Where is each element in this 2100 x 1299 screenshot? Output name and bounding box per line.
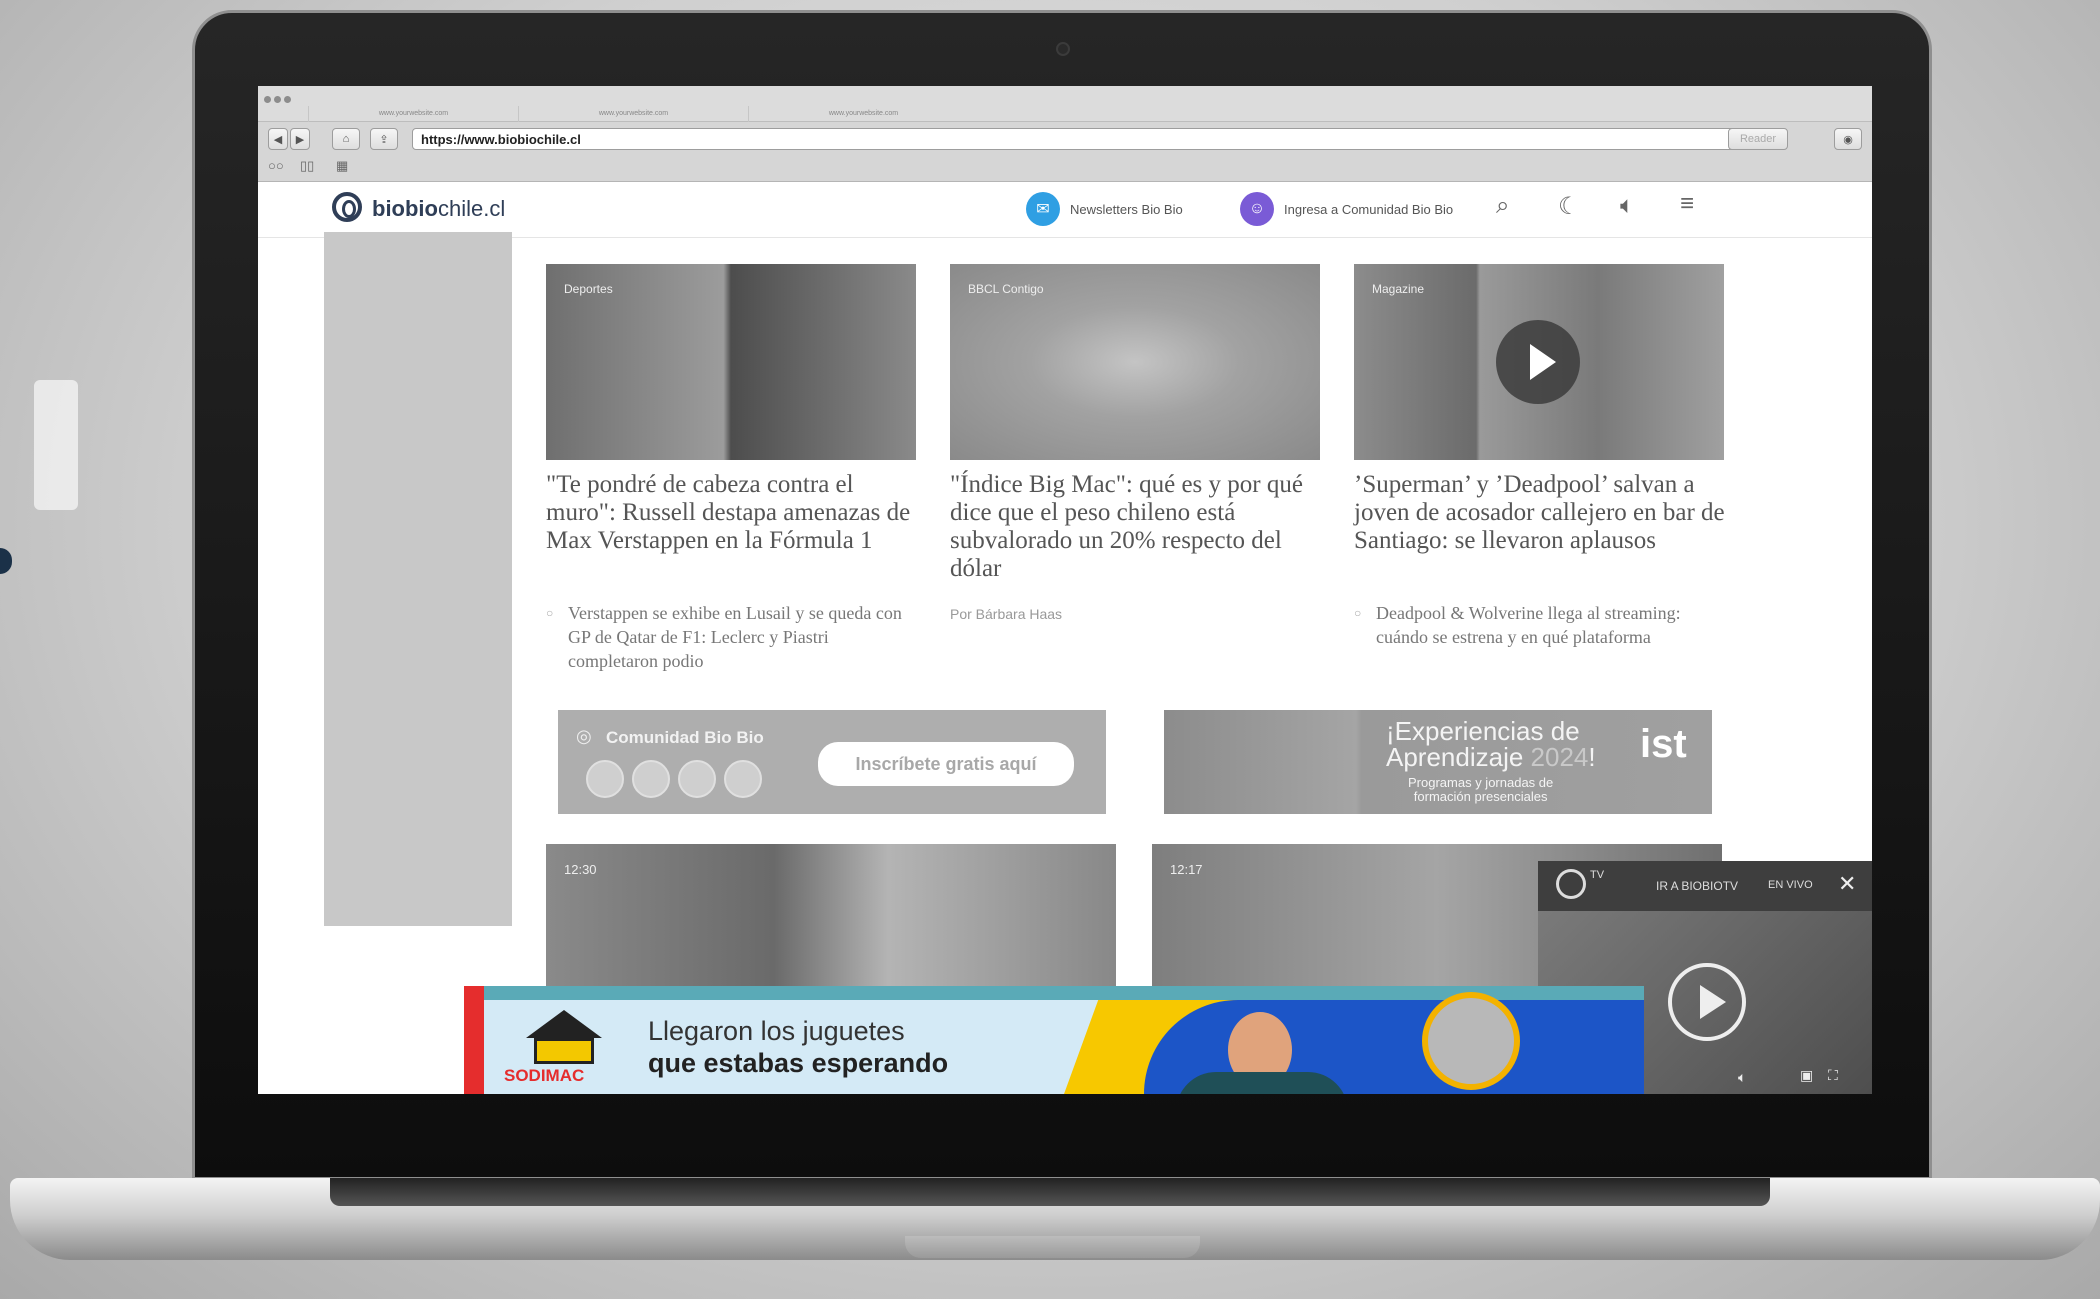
mute-icon[interactable]: 🔈︎ bbox=[1738, 1069, 1746, 1086]
search-icon[interactable]: ⌕ bbox=[1496, 192, 1509, 220]
browser-tab[interactable]: www.yourwebsite.com bbox=[518, 106, 748, 122]
tv-widget-header: TV IR A BIOBIOTV EN VIVO ✕ bbox=[1538, 861, 1872, 911]
user-icon[interactable]: ☺ bbox=[1240, 192, 1274, 226]
related-article-link[interactable]: Deadpool & Wolverine llega al streaming:… bbox=[1354, 601, 1729, 649]
play-icon[interactable] bbox=[1496, 320, 1580, 404]
mail-icon[interactable]: ✉ bbox=[1026, 192, 1060, 226]
sodimac-house-body bbox=[534, 1038, 594, 1064]
tv-brand: TV bbox=[1590, 869, 1605, 881]
avatar bbox=[586, 760, 624, 798]
article-headline[interactable]: "Índice Big Mac": qué es y por qué dice … bbox=[950, 471, 1325, 583]
community-logo-icon: ◎ bbox=[576, 726, 592, 746]
url-bar[interactable]: https://www.biobiochile.cl ↻ bbox=[412, 128, 1772, 150]
video-thumbnail[interactable]: 12:30 bbox=[546, 844, 1116, 994]
logo-rest-text: chile.cl bbox=[437, 196, 506, 221]
article-image[interactable]: Deportes bbox=[546, 264, 916, 460]
community-title: Comunidad Bio Bio bbox=[606, 728, 764, 747]
close-window-icon[interactable] bbox=[264, 96, 271, 103]
left-ad-placeholder bbox=[324, 232, 512, 926]
video-duration: 12:30 bbox=[564, 862, 597, 877]
ad-subheadline: que estabas esperando bbox=[648, 1048, 949, 1078]
article-image[interactable]: Magazine bbox=[1354, 264, 1724, 460]
article-byline: Por Bárbara Haas bbox=[950, 606, 1063, 622]
audio-icon[interactable]: 🔈︎ bbox=[1620, 192, 1634, 220]
ist-subtitle-line1: Programas y jornadas de bbox=[1408, 775, 1554, 790]
ad-person-shirt bbox=[1176, 1072, 1348, 1094]
tv-link[interactable]: IR A BIOBIOTV bbox=[1656, 879, 1738, 893]
browser-tab[interactable]: www.yourwebsite.com bbox=[308, 106, 518, 122]
ad-saw bbox=[1422, 992, 1520, 1090]
logo-bold-text: biobio bbox=[372, 196, 438, 221]
laptop-hinge bbox=[330, 1178, 1770, 1206]
sodimac-brand: SODIMAC bbox=[504, 1066, 585, 1085]
ist-title-line2: Aprendizaje bbox=[1386, 742, 1524, 772]
ad-red-stripe bbox=[464, 986, 484, 1094]
pip-icon[interactable]: ▣ bbox=[1800, 1067, 1813, 1084]
top-sites-icon[interactable]: ▦ bbox=[336, 158, 348, 174]
ist-title-year: 2024 bbox=[1530, 742, 1589, 772]
article-headline[interactable]: "Te pondré de cabeza contra el muro": Ru… bbox=[546, 471, 921, 555]
avatar bbox=[724, 760, 762, 798]
screen: www.yourwebsite.com www.yourwebsite.com … bbox=[258, 86, 1872, 1094]
laptop-notch bbox=[905, 1236, 1200, 1258]
url-text: https://www.biobiochile.cl bbox=[421, 132, 581, 147]
ist-subtitle-line2: formación presenciales bbox=[1413, 789, 1548, 804]
ist-logo: ist bbox=[1640, 722, 1687, 766]
article-tag[interactable]: BBCL Contigo bbox=[968, 282, 1044, 296]
ist-title-end: ! bbox=[1588, 742, 1596, 772]
downloads-icon[interactable]: ◉ bbox=[1834, 128, 1862, 150]
avatar bbox=[632, 760, 670, 798]
camera-icon bbox=[1056, 42, 1070, 56]
newsletter-link[interactable]: Newsletters Bio Bio bbox=[1070, 202, 1183, 217]
play-icon[interactable] bbox=[1668, 963, 1746, 1041]
side-tab bbox=[34, 380, 78, 510]
menu-icon[interactable]: ≡ bbox=[1680, 190, 1694, 218]
maximize-window-icon[interactable] bbox=[284, 96, 291, 103]
ist-subtitle: Programas y jornadas de formación presen… bbox=[1408, 776, 1553, 804]
signup-button[interactable]: Inscríbete gratis aquí bbox=[818, 742, 1074, 786]
site-header: biobiochile.cl ✉ Newsletters Bio Bio ☺ I… bbox=[258, 182, 1872, 238]
share-icon[interactable]: ⇪ bbox=[370, 128, 398, 150]
sodimac-logo-icon bbox=[526, 1010, 602, 1038]
community-banner[interactable]: ◎ Comunidad Bio Bio Inscríbete gratis aq… bbox=[558, 710, 1106, 814]
community-link[interactable]: Ingresa a Comunidad Bio Bio bbox=[1284, 202, 1453, 217]
live-badge: EN VIVO bbox=[1768, 879, 1813, 891]
home-icon[interactable]: ⌂ bbox=[332, 128, 360, 150]
reader-button[interactable]: Reader bbox=[1728, 128, 1788, 150]
article-headline[interactable]: ’Superman’ y ’Deadpool’ salvan a joven d… bbox=[1354, 471, 1729, 555]
bookmarks-icon[interactable]: ▯▯ bbox=[300, 158, 314, 174]
reading-list-icon[interactable]: ○○ bbox=[268, 158, 284, 173]
sodimac-ad[interactable]: SODIMAC Llegaron los juguetes que estaba… bbox=[464, 986, 1644, 1094]
site-logo[interactable]: biobiochile.cl bbox=[372, 196, 505, 222]
ist-banner[interactable]: ¡Experiencias de Aprendizaje 2024! Progr… bbox=[1164, 710, 1712, 814]
tv-logo-icon bbox=[1556, 869, 1586, 899]
logo-icon[interactable] bbox=[332, 192, 362, 222]
dark-mode-icon[interactable]: ☾ bbox=[1558, 192, 1580, 221]
browser-toolbar: ◀ ▶ ⌂ ⇪ https://www.biobiochile.cl ↻ Rea… bbox=[258, 122, 1872, 182]
article-image[interactable]: BBCL Contigo bbox=[950, 264, 1320, 460]
browser-tab[interactable]: www.yourwebsite.com bbox=[748, 106, 978, 122]
related-article-link[interactable]: Verstappen se exhibe en Lusail y se qued… bbox=[546, 601, 921, 673]
avatar bbox=[678, 760, 716, 798]
tab-bar: www.yourwebsite.com www.yourwebsite.com … bbox=[258, 86, 1872, 122]
ist-title: ¡Experiencias de Aprendizaje 2024! bbox=[1386, 718, 1596, 770]
minimize-window-icon[interactable] bbox=[274, 96, 281, 103]
close-icon[interactable]: ✕ bbox=[1838, 871, 1856, 897]
forward-icon[interactable]: ▶ bbox=[290, 128, 310, 150]
article-tag[interactable]: Magazine bbox=[1372, 282, 1424, 296]
ad-headline: Llegaron los juguetes bbox=[648, 1016, 905, 1046]
side-dot bbox=[0, 548, 12, 574]
back-icon[interactable]: ◀ bbox=[268, 128, 288, 150]
fullscreen-icon[interactable]: ⛶ bbox=[1828, 1067, 1838, 1084]
video-duration: 12:17 bbox=[1170, 862, 1203, 877]
article-tag[interactable]: Deportes bbox=[564, 282, 613, 296]
